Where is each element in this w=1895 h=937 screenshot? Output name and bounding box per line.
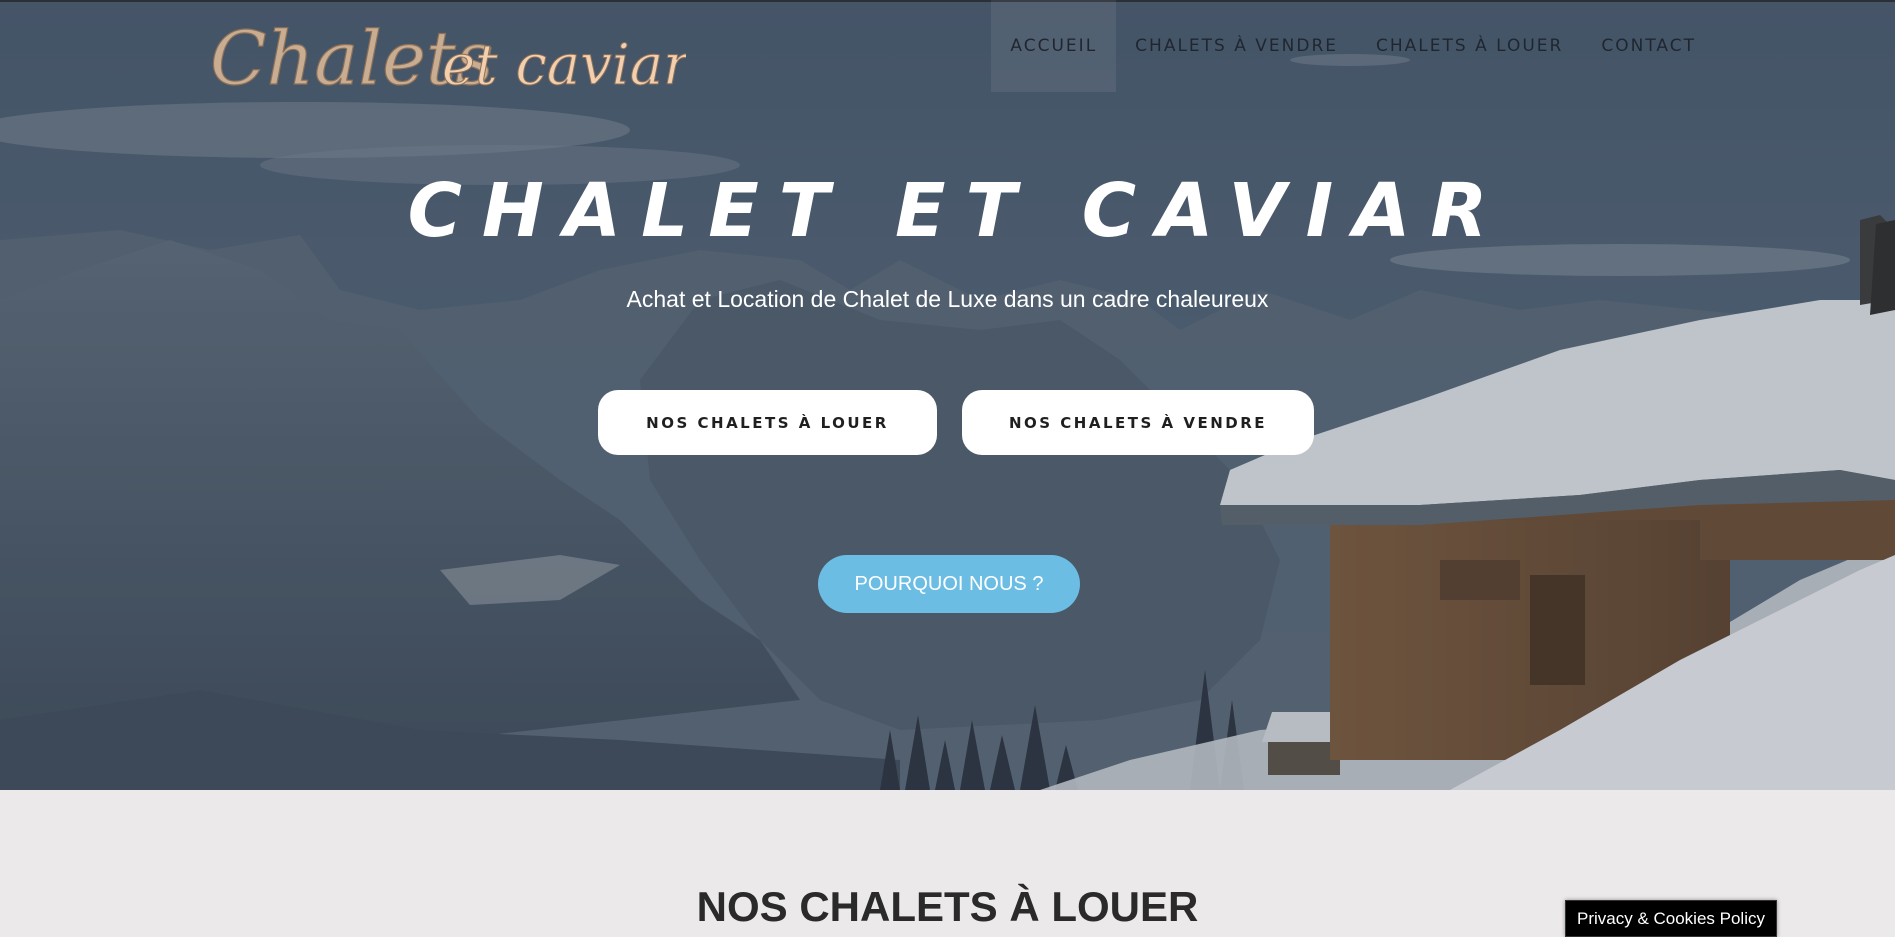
hero-background-image (0, 0, 1895, 790)
nav-item-label: CHALETS À LOUER (1376, 36, 1564, 56)
nav-item-accueil[interactable]: ACCUEIL (991, 0, 1117, 92)
privacy-cookies-button[interactable]: Privacy & Cookies Policy (1565, 900, 1777, 937)
rent-chalets-button[interactable]: NOS CHALETS À LOUER (598, 390, 937, 455)
hero-title: CHALET ET CAVIAR (407, 168, 1508, 254)
main-navigation: ACCUEIL CHALETS À VENDRE CHALETS À LOUER… (991, 0, 1715, 92)
nav-item-chalets-a-louer[interactable]: CHALETS À LOUER (1357, 0, 1582, 92)
nav-item-label: ACCUEIL (1010, 36, 1098, 56)
sale-chalets-button[interactable]: NOS CHALETS À VENDRE (962, 390, 1314, 455)
nav-item-label: CONTACT (1601, 36, 1696, 56)
svg-text:et caviar: et caviar (442, 33, 686, 94)
site-logo[interactable]: Chalets et caviar (206, 2, 686, 94)
hero-subtitle: Achat et Location de Chalet de Luxe dans… (626, 286, 1269, 312)
why-us-button[interactable]: POURQUOI NOUS ? (818, 555, 1080, 613)
hero-section: Chalets et caviar ACCUEIL CHALETS À VEND… (0, 0, 1895, 790)
nav-item-chalets-a-vendre[interactable]: CHALETS À VENDRE (1116, 0, 1357, 92)
nav-item-label: CHALETS À VENDRE (1135, 36, 1339, 56)
nav-item-contact[interactable]: CONTACT (1582, 0, 1715, 92)
